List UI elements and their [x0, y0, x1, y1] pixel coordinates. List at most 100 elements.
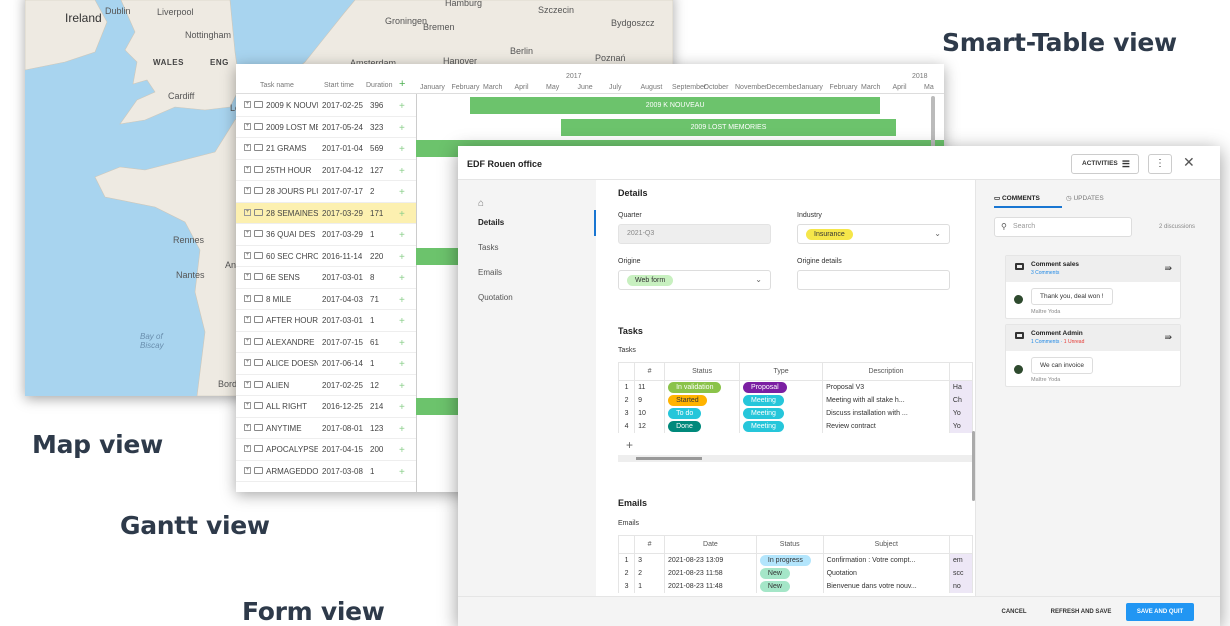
- gantt-add-button[interactable]: +: [399, 78, 405, 90]
- tasks-hscroll[interactable]: [618, 455, 973, 462]
- task-type-cell[interactable]: Proposal: [739, 380, 824, 394]
- gantt-row[interactable]: +6E SENS 2017-03-01 8 +: [236, 267, 416, 289]
- email-subject[interactable]: Quotation: [822, 566, 950, 580]
- add-subtask-icon[interactable]: +: [399, 295, 405, 306]
- task-description[interactable]: Discuss installation with ...: [822, 406, 950, 420]
- expand-icon[interactable]: +: [244, 402, 251, 409]
- task-row[interactable]: 4 12 Done Meeting Review contract Yo: [617, 419, 974, 433]
- home-icon[interactable]: ⌂: [478, 198, 484, 209]
- email-row[interactable]: 3 1 2021-08-23 11:48 New Bienvenue dans votr…: [617, 579, 974, 593]
- task-type-cell[interactable]: Meeting: [739, 406, 824, 420]
- open-thread-icon[interactable]: ⇛: [1164, 332, 1172, 343]
- open-thread-icon[interactable]: ⇛: [1164, 263, 1172, 274]
- add-subtask-icon[interactable]: +: [399, 144, 405, 155]
- email-status-cell[interactable]: New: [755, 566, 824, 580]
- task-row[interactable]: 1 11 In validation Proposal Proposal V3 Ha: [617, 380, 974, 394]
- add-subtask-icon[interactable]: +: [399, 166, 405, 177]
- add-subtask-icon[interactable]: +: [399, 316, 405, 327]
- task-status-cell[interactable]: Done: [664, 419, 741, 433]
- nav-quotation[interactable]: Quotation: [478, 293, 513, 302]
- add-subtask-icon[interactable]: +: [399, 252, 405, 263]
- expand-icon[interactable]: +: [244, 122, 251, 130]
- gantt-row[interactable]: +36 QUAI DES ORFEVRES 2017-03-29 1 +: [236, 224, 416, 246]
- expand-icon[interactable]: +: [244, 230, 251, 237]
- add-subtask-icon[interactable]: +: [399, 359, 405, 370]
- email-row[interactable]: 2 2 2021-08-23 11:58 New Quotation scc: [617, 566, 974, 580]
- add-subtask-icon[interactable]: +: [399, 467, 405, 478]
- gantt-bar[interactable]: 2009 LOST MEMORIES: [561, 118, 896, 136]
- expand-icon[interactable]: +: [244, 380, 251, 388]
- gantt-row[interactable]: + ALICE DOESN'T LIVE 2017-06-14 1 +: [236, 353, 416, 375]
- task-description[interactable]: Meeting with all stake h...: [822, 393, 950, 407]
- more-menu-button[interactable]: ⋮: [1148, 154, 1172, 174]
- emails-table[interactable]: # Date Status Subject 1 3 2021-08-23 13:09…: [617, 535, 974, 593]
- expand-icon[interactable]: +: [244, 359, 251, 366]
- add-task-button[interactable]: +: [626, 438, 633, 452]
- expand-icon[interactable]: +: [244, 165, 251, 173]
- gantt-row[interactable]: + ALL RIGHT 2016-12-25 214 +: [236, 396, 416, 418]
- add-subtask-icon[interactable]: +: [399, 402, 405, 413]
- refresh-and-save-button[interactable]: REFRESH AND SAVE: [1042, 603, 1120, 621]
- expand-icon[interactable]: +: [244, 316, 251, 323]
- expand-icon[interactable]: +: [244, 423, 251, 431]
- origine-select[interactable]: Web form ⌄: [618, 270, 771, 290]
- expand-icon[interactable]: +: [244, 251, 251, 259]
- add-subtask-icon[interactable]: +: [399, 123, 405, 134]
- comments-search-input[interactable]: ⚲ Search: [994, 217, 1132, 237]
- task-status-cell[interactable]: To do: [664, 406, 741, 420]
- expand-icon[interactable]: +: [244, 144, 251, 151]
- tasks-table[interactable]: # Status Type Description 1 11 In validati…: [617, 362, 974, 433]
- expand-icon[interactable]: +: [244, 466, 251, 474]
- gantt-row[interactable]: + APOCALYPSE NOW 2017-04-15 200 +: [236, 439, 416, 461]
- email-subject[interactable]: Bienvenue dans votre nouv...: [822, 579, 950, 593]
- tab-updates[interactable]: ◷ UPDATES: [1066, 194, 1104, 202]
- gantt-row[interactable]: + ALIEN 2017-02-25 12 +: [236, 375, 416, 396]
- gantt-row[interactable]: +28 JOURS PLUS TARD 2017-07-17 2 +: [236, 181, 416, 203]
- task-status-cell[interactable]: Started: [664, 393, 741, 407]
- gantt-row[interactable]: + ARMAGEDDON 2017-03-08 1 +: [236, 461, 416, 482]
- add-subtask-icon[interactable]: +: [399, 445, 405, 456]
- expand-icon[interactable]: +: [244, 101, 251, 108]
- gantt-row[interactable]: + ANYTIME 2017-08-01 123 +: [236, 418, 416, 439]
- nav-details[interactable]: Details: [478, 218, 504, 227]
- email-subject[interactable]: Confirmation : Votre compt...: [822, 553, 950, 567]
- gantt-row[interactable]: +28 SEMAINES PLUS TARD 2017-03-29 171 +: [236, 202, 416, 224]
- expand-icon[interactable]: +: [244, 187, 251, 194]
- expand-icon[interactable]: +: [244, 445, 251, 452]
- add-subtask-icon[interactable]: +: [399, 209, 405, 220]
- add-subtask-icon[interactable]: +: [399, 424, 405, 435]
- add-subtask-icon[interactable]: +: [399, 230, 405, 241]
- nav-tasks[interactable]: Tasks: [478, 243, 498, 252]
- email-row[interactable]: 1 3 2021-08-23 13:09 In progress Confirmatio…: [617, 553, 974, 567]
- email-status-cell[interactable]: New: [755, 579, 824, 593]
- task-row[interactable]: 3 10 To do Meeting Discuss installation with…: [617, 406, 974, 420]
- add-subtask-icon[interactable]: +: [399, 187, 405, 198]
- add-subtask-icon[interactable]: +: [399, 273, 405, 284]
- task-status-cell[interactable]: In validation: [664, 380, 741, 394]
- save-and-quit-button[interactable]: SAVE AND QUIT: [1126, 603, 1194, 621]
- add-subtask-icon[interactable]: +: [399, 101, 405, 112]
- thread-card[interactable]: Comment sales 3 Comments ⇛ Thank you, de…: [1005, 255, 1181, 319]
- gantt-row[interactable]: + AFTER HOURS 2017-03-01 1 +: [236, 310, 416, 332]
- gantt-row[interactable]: +60 SEC CHRONO 2016-11-14 220 +: [236, 246, 416, 267]
- add-subtask-icon[interactable]: +: [399, 381, 405, 392]
- activities-button[interactable]: ACTIVITIES ☰: [1071, 154, 1139, 174]
- task-description[interactable]: Review contract: [822, 419, 950, 433]
- thread-card[interactable]: Comment Admin 1 Comments · 1 Unread ⇛ We…: [1005, 324, 1181, 387]
- gantt-row[interactable]: +25TH HOUR 2017-04-12 127 +: [236, 160, 416, 181]
- add-subtask-icon[interactable]: +: [399, 338, 405, 349]
- expand-icon[interactable]: +: [244, 294, 251, 302]
- gantt-bar[interactable]: 2009 K NOUVEAU: [469, 97, 881, 114]
- origine-details-field[interactable]: [797, 270, 950, 290]
- thread-header[interactable]: Comment sales 3 Comments ⇛: [1006, 256, 1180, 282]
- cancel-button[interactable]: CANCEL: [994, 603, 1034, 621]
- industry-select[interactable]: Insurance ⌄: [797, 224, 950, 244]
- gantt-row[interactable]: +8 MILE 2017-04-03 71 +: [236, 289, 416, 310]
- gantt-row[interactable]: +21 GRAMS 2017-01-04 569 +: [236, 138, 416, 160]
- task-type-cell[interactable]: Meeting: [739, 419, 824, 433]
- email-status-cell[interactable]: In progress: [755, 553, 824, 567]
- expand-icon[interactable]: +: [244, 273, 251, 280]
- close-icon[interactable]: ✕: [1183, 154, 1195, 171]
- nav-emails[interactable]: Emails: [478, 268, 502, 277]
- task-row[interactable]: 2 9 Started Meeting Meeting with all stake h…: [617, 393, 974, 407]
